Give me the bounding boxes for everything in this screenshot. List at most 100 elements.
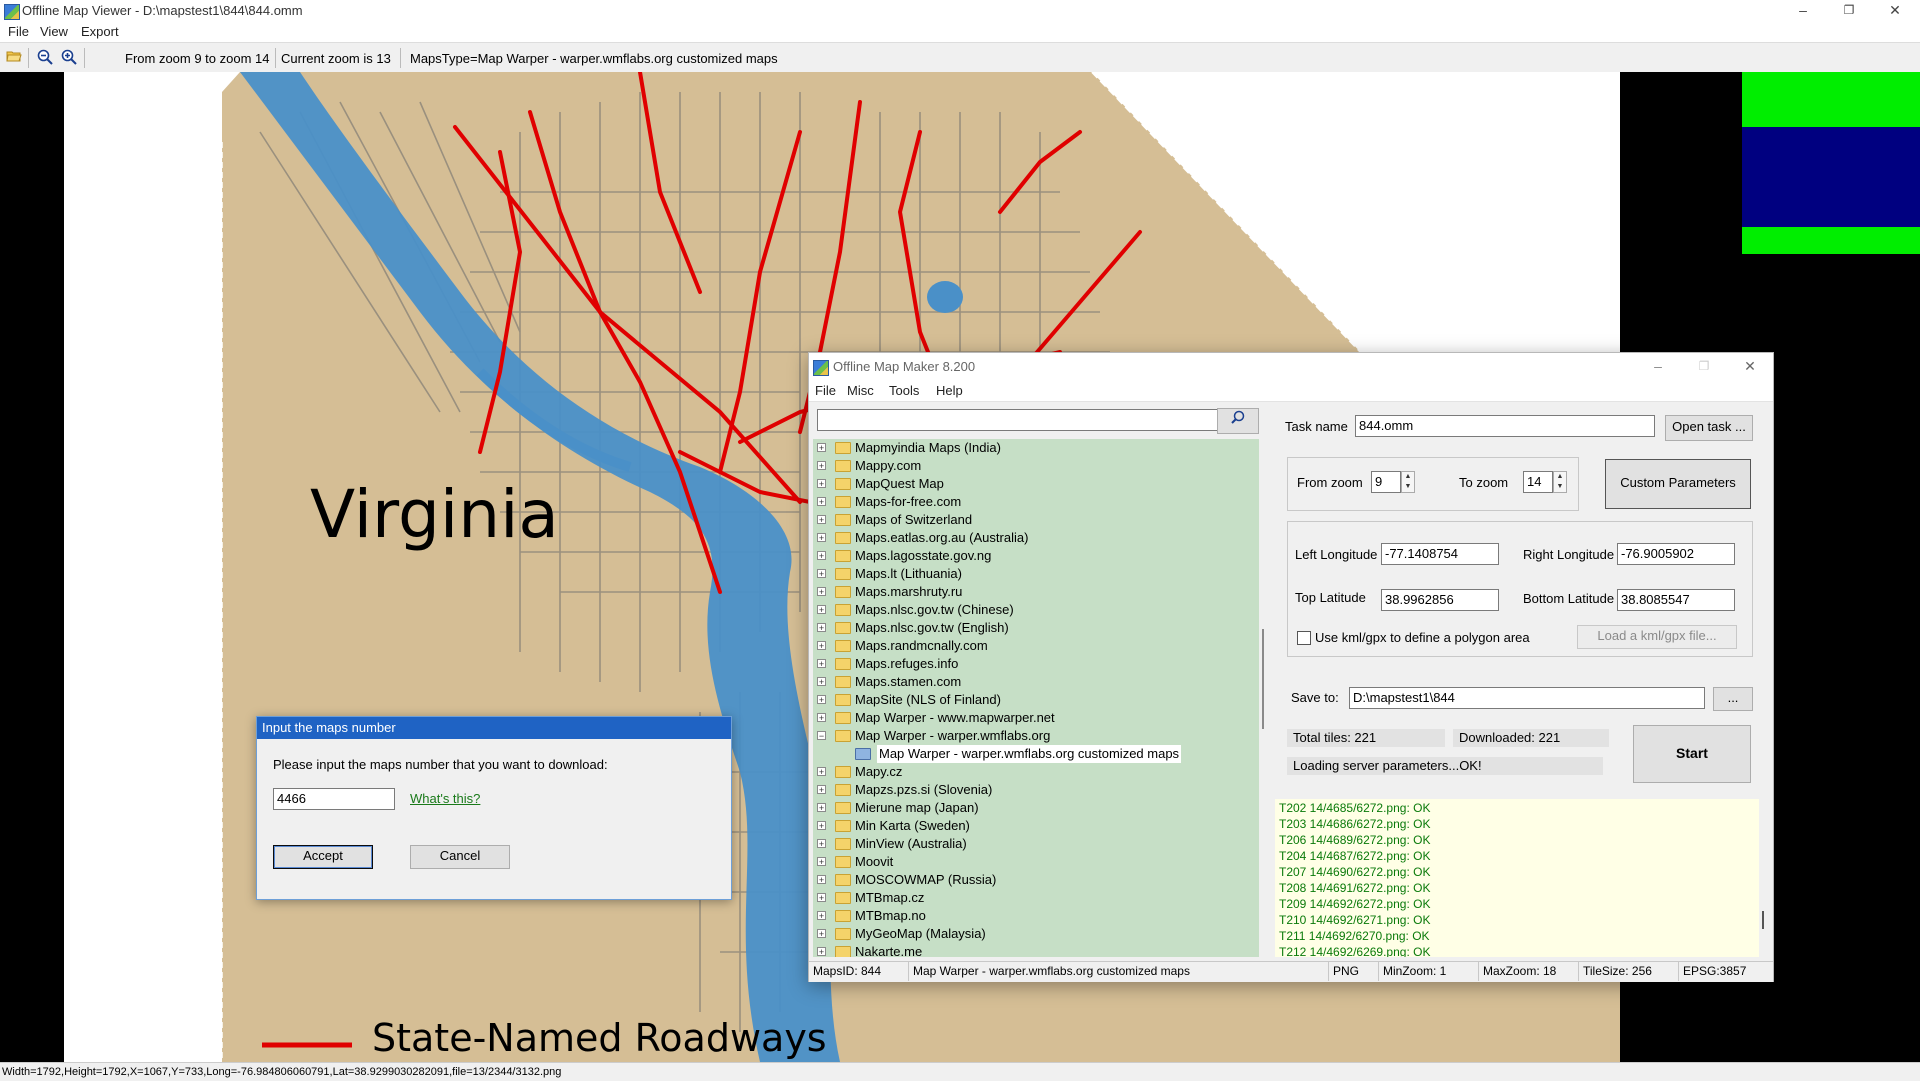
tree-scrollbar[interactable] <box>1261 439 1269 957</box>
maximize-button[interactable]: ❐ <box>1826 0 1872 22</box>
tree-expand-icon[interactable]: + <box>817 911 826 921</box>
to-zoom-input[interactable]: 14 <box>1523 471 1553 493</box>
open-task-button[interactable]: Open task ... <box>1665 415 1753 441</box>
tree-item[interactable]: + Nakarte.me <box>813 943 1259 957</box>
cancel-button[interactable]: Cancel <box>410 845 510 869</box>
menu-view[interactable]: View <box>40 24 68 39</box>
zoom-in-icon[interactable] <box>60 49 78 67</box>
tree-expand-icon[interactable]: + <box>817 839 826 849</box>
to-zoom-stepper[interactable]: ▲ ▼ <box>1553 471 1567 493</box>
tree-item[interactable]: + Maps.eatlas.org.au (Australia) <box>813 529 1259 547</box>
task-name-input[interactable]: 844.omm <box>1355 415 1655 437</box>
tree-expand-icon[interactable]: + <box>817 515 826 525</box>
tree-item[interactable]: + Mapy.cz <box>813 763 1259 781</box>
maker-minimize-button[interactable]: – <box>1635 356 1681 378</box>
tree-expand-icon[interactable]: + <box>817 587 826 597</box>
tree-expand-icon[interactable]: + <box>817 479 826 489</box>
log-scrollbar-thumb[interactable] <box>1762 911 1764 929</box>
tree-item[interactable]: + MapQuest Map <box>813 475 1259 493</box>
tree-item[interactable]: + Moovit <box>813 853 1259 871</box>
tree-item[interactable]: + Maps.refuges.info <box>813 655 1259 673</box>
tree-item[interactable]: + Maps.nlsc.gov.tw (English) <box>813 619 1259 637</box>
search-button[interactable] <box>1217 408 1259 434</box>
maker-maximize-button[interactable]: ❐ <box>1681 356 1727 378</box>
tree-item[interactable]: + MOSCOWMAP (Russia) <box>813 871 1259 889</box>
tree-expand-icon[interactable]: + <box>817 713 826 723</box>
tree-item[interactable]: + Mapzs.pzs.si (Slovenia) <box>813 781 1259 799</box>
top-latitude-input[interactable]: 38.9962856 <box>1381 589 1499 611</box>
tree-expand-icon[interactable]: + <box>817 821 826 831</box>
left-longitude-input[interactable]: -77.1408754 <box>1381 543 1499 565</box>
tree-expand-icon[interactable]: + <box>817 695 826 705</box>
tree-item[interactable]: + Map Warper - www.mapwarper.net <box>813 709 1259 727</box>
tree-expand-icon[interactable]: + <box>817 533 826 543</box>
tree-scrollbar-thumb[interactable] <box>1262 629 1264 729</box>
tree-item[interactable]: + MapSite (NLS of Finland) <box>813 691 1259 709</box>
tree-item[interactable]: + Maps.randmcnally.com <box>813 637 1259 655</box>
tree-item[interactable]: + Maps.lagosstate.gov.ng <box>813 547 1259 565</box>
custom-parameters-button[interactable]: Custom Parameters <box>1605 459 1751 509</box>
tree-expand-icon[interactable]: + <box>817 875 826 885</box>
maps-number-input[interactable]: 4466 <box>273 788 395 810</box>
tree-expand-icon[interactable]: + <box>817 443 826 453</box>
map-source-tree[interactable]: + Mapmyindia Maps (India) + Mappy.com + MapQu… <box>813 439 1259 957</box>
tree-expand-icon[interactable]: + <box>817 929 826 939</box>
zoom-out-icon[interactable] <box>36 49 54 67</box>
tree-item[interactable]: + MinView (Australia) <box>813 835 1259 853</box>
start-button[interactable]: Start <box>1633 725 1751 783</box>
map-search-input[interactable] <box>817 409 1221 431</box>
open-folder-icon[interactable] <box>5 49 23 67</box>
close-button[interactable]: ✕ <box>1872 0 1918 22</box>
tree-item[interactable]: + MyGeoMap (Malaysia) <box>813 925 1259 943</box>
tree-item[interactable]: + Maps.marshruty.ru <box>813 583 1259 601</box>
from-zoom-stepper[interactable]: ▲ ▼ <box>1401 471 1415 493</box>
tree-item[interactable]: + Maps.nlsc.gov.tw (Chinese) <box>813 601 1259 619</box>
maker-menu-tools[interactable]: Tools <box>889 383 919 398</box>
tree-expand-icon[interactable]: + <box>817 785 826 795</box>
tree-item[interactable]: − Map Warper - warper.wmflabs.org <box>813 727 1259 745</box>
tree-item[interactable]: + Maps.stamen.com <box>813 673 1259 691</box>
accept-button[interactable]: Accept <box>273 845 373 869</box>
tree-item[interactable]: + MTBmap.cz <box>813 889 1259 907</box>
maker-menu-help[interactable]: Help <box>936 383 963 398</box>
tree-expand-icon[interactable]: + <box>817 659 826 669</box>
tree-item[interactable]: + Maps.lt (Lithuania) <box>813 565 1259 583</box>
tree-item[interactable]: + Mierune map (Japan) <box>813 799 1259 817</box>
maker-menu-file[interactable]: File <box>815 383 836 398</box>
tree-item[interactable]: + MTBmap.no <box>813 907 1259 925</box>
tree-item[interactable]: + Mapmyindia Maps (India) <box>813 439 1259 457</box>
whats-this-link[interactable]: What's this? <box>410 791 480 806</box>
tree-item[interactable]: + Maps of Switzerland <box>813 511 1259 529</box>
tree-expand-icon[interactable]: + <box>817 497 826 507</box>
browse-button[interactable]: ... <box>1713 687 1753 711</box>
menu-file[interactable]: File <box>8 24 29 39</box>
save-to-input[interactable]: D:\mapstest1\844 <box>1349 687 1705 709</box>
tree-expand-icon[interactable]: + <box>817 857 826 867</box>
tree-expand-icon[interactable]: + <box>817 605 826 615</box>
tree-expand-icon[interactable]: + <box>817 551 826 561</box>
tree-expand-icon[interactable]: + <box>817 893 826 903</box>
tree-item[interactable]: + Mappy.com <box>813 457 1259 475</box>
bottom-latitude-input[interactable]: 38.8085547 <box>1617 589 1735 611</box>
kml-checkbox[interactable] <box>1297 631 1311 645</box>
tree-expand-icon[interactable]: + <box>817 569 826 579</box>
menu-export[interactable]: Export <box>81 24 119 39</box>
minimize-button[interactable]: – <box>1780 0 1826 22</box>
tree-expand-icon[interactable]: + <box>817 767 826 777</box>
tree-expand-icon[interactable]: + <box>817 461 826 471</box>
tree-item[interactable]: Map Warper - warper.wmflabs.org customiz… <box>813 745 1259 763</box>
tree-expand-icon[interactable]: + <box>817 641 826 651</box>
tree-item[interactable]: + Min Karta (Sweden) <box>813 817 1259 835</box>
maker-close-button[interactable]: ✕ <box>1727 356 1773 378</box>
tree-collapse-icon[interactable]: − <box>817 731 826 741</box>
tree-expand-icon[interactable]: + <box>817 803 826 813</box>
tree-item[interactable]: + Maps-for-free.com <box>813 493 1259 511</box>
tree-expand-icon[interactable]: + <box>817 623 826 633</box>
log-scrollbar[interactable] <box>1759 799 1769 957</box>
right-longitude-input[interactable]: -76.9005902 <box>1617 543 1735 565</box>
tree-expand-icon[interactable]: + <box>817 677 826 687</box>
from-zoom-input[interactable]: 9 <box>1371 471 1401 493</box>
load-kml-button[interactable]: Load a kml/gpx file... <box>1577 625 1737 649</box>
maker-menu-misc[interactable]: Misc <box>847 383 874 398</box>
tree-expand-icon[interactable]: + <box>817 947 826 957</box>
